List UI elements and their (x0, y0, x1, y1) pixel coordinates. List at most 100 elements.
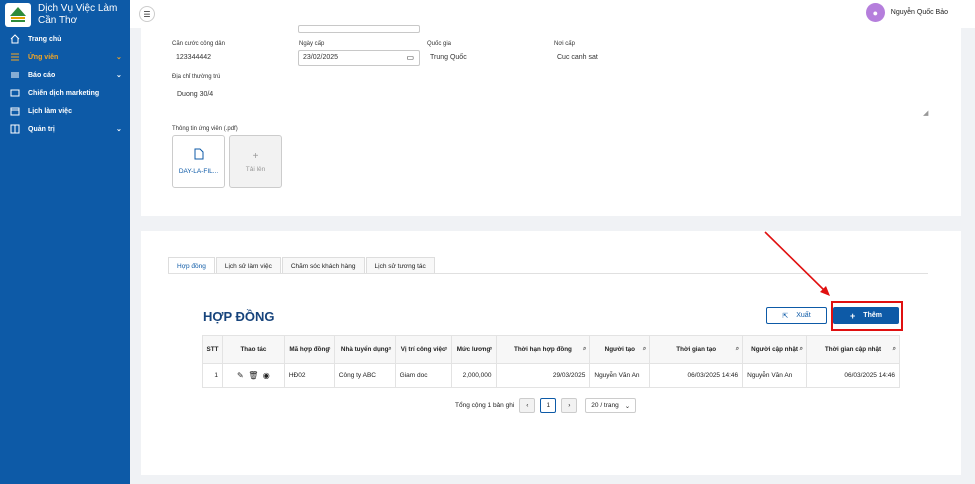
issue-place-label: Nơi cấp (554, 41, 575, 47)
page-number-button[interactable]: 1 (540, 398, 557, 413)
edit-icon[interactable]: ✎ (237, 371, 244, 380)
sidebar: Dịch Vụ Việc Làm Cần Thơ Trang chủ Ứng v… (0, 0, 130, 484)
contracts-table: STT Thao tác Mã hợp đồng ⌕ Nhà tuyển dụng… (202, 335, 900, 388)
brand-logo-icon (5, 3, 31, 27)
table-header-row: STT Thao tác Mã hợp đồng ⌕ Nhà tuyển dụng… (202, 335, 900, 364)
country-value[interactable]: Trung Quốc (430, 54, 467, 61)
cell-updater: Nguyễn Văn An (742, 363, 808, 388)
col-contract-code[interactable]: Mã hợp đồng ⌕ (283, 335, 335, 364)
attached-file[interactable]: DAY-LA-FIL... (172, 135, 225, 188)
sidebar-item-candidates[interactable]: Ứng viên ⌄ (0, 48, 130, 66)
user-menu[interactable]: ● Nguyễn Quốc Bảo (865, 3, 948, 22)
search-icon: ⌕ (444, 346, 448, 352)
col-salary[interactable]: Mức lương ⌕ (450, 335, 497, 364)
search-icon: ⌕ (489, 346, 493, 352)
issue-date-field[interactable]: 23/02/2025 ▭ (298, 50, 420, 66)
previous-field[interactable] (298, 25, 420, 33)
attachment-label: Thông tin ứng viên (.pdf) (172, 126, 238, 132)
tab-contracts[interactable]: Hợp đồng (168, 257, 215, 274)
cell-updated-time: 06/03/2025 14:46 (806, 363, 900, 388)
sidebar-item-schedule[interactable]: Lịch làm việc (0, 102, 130, 120)
upload-label: Tải lên (245, 165, 266, 173)
topbar: ☰ ● Nguyễn Quốc Bảo (130, 0, 975, 28)
col-stt: STT (202, 335, 223, 364)
sidebar-item-reports[interactable]: Báo cáo ⌄ (0, 66, 130, 84)
col-actions: Thao tác (221, 335, 285, 364)
chevron-down-icon: ⌄ (624, 402, 631, 410)
cell-contract-code: HĐ02 (283, 363, 335, 388)
annotation-arrow (764, 231, 830, 296)
sidebar-item-label: Ứng viên (28, 53, 59, 61)
user-name: Nguyễn Quốc Bảo (890, 9, 948, 16)
plus-icon: + (252, 150, 259, 162)
tab-customer-care[interactable]: Chăm sóc khách hàng (281, 257, 365, 274)
address-value[interactable]: Duong 30/4 (177, 91, 213, 98)
col-creator[interactable]: Người tạo ⌕ (589, 335, 651, 364)
cell-creator: Nguyễn Văn An (589, 363, 651, 388)
col-contract-term[interactable]: Thời hạn hợp đồng ⌕ (495, 335, 591, 364)
search-icon: ⌕ (583, 346, 587, 352)
brand-title: Dịch Vụ Việc Làm Cần Thơ (38, 3, 117, 27)
sidebar-item-label: Chiến dịch marketing (28, 89, 100, 97)
sidebar-item-label: Báo cáo (28, 71, 56, 79)
avatar: ● (865, 3, 885, 22)
section-title: HỢP ĐỒNG (203, 309, 275, 324)
id-label: Căn cước công dân (172, 41, 225, 47)
chevron-down-icon: ⌄ (116, 72, 122, 79)
calendar-icon (9, 106, 21, 116)
highlight-box (831, 301, 903, 331)
tab-bar: Hợp đồng Lịch sử làm việc Chăm sóc khách… (168, 257, 436, 274)
view-icon[interactable]: ◉ (263, 371, 270, 380)
cell-employer: Công ty ABC (333, 363, 396, 388)
cell-created-time: 06/03/2025 14:46 (649, 363, 744, 388)
col-updated-time[interactable]: Thời gian cập nhật ⌕ (806, 335, 900, 364)
country-label: Quốc gia (427, 41, 452, 47)
export-label: Xuất (796, 312, 811, 319)
admin-icon (9, 124, 21, 134)
page-size-value: 20 / trang (591, 402, 619, 409)
brand-title-line2: Cần Thơ (38, 15, 78, 26)
issue-place-value[interactable]: Cuc canh sat (557, 54, 598, 61)
next-page-button[interactable]: › (561, 398, 578, 413)
sidebar-item-marketing[interactable]: Chiến dịch marketing (0, 84, 130, 102)
search-icon: ⌕ (892, 346, 896, 352)
tab-interaction-history[interactable]: Lịch sử tương tác (365, 257, 435, 274)
file-icon (194, 148, 203, 160)
col-created-time[interactable]: Thời gian tạo ⌕ (649, 335, 744, 364)
cell-contract-term: 29/03/2025 (495, 363, 591, 388)
cell-position: Giam doc (394, 363, 452, 388)
issue-date-label: Ngày cấp (299, 41, 325, 47)
id-value[interactable]: 123344442 (176, 54, 211, 61)
search-icon: ⌕ (735, 346, 740, 352)
sidebar-item-home[interactable]: Trang chủ (0, 30, 130, 48)
export-icon: ⇱ (782, 312, 789, 320)
sidebar-item-label: Quản trị (28, 125, 55, 133)
page-size-select[interactable]: 20 / trang ⌄ (585, 398, 637, 413)
col-employer[interactable]: Nhà tuyển dụng ⌕ (333, 335, 396, 364)
chevron-right-icon: › (568, 402, 571, 409)
list-icon (9, 52, 21, 62)
cell-salary: 2,000,000 (450, 363, 497, 388)
calendar-icon[interactable]: ▭ (406, 53, 414, 62)
table-row: 1 ✎ 🗑 ◉ HĐ02 Công ty ABC Giam doc 2,000,… (202, 363, 900, 388)
issue-date-value: 23/02/2025 (303, 54, 339, 61)
sidebar-item-label: Lịch làm việc (28, 107, 72, 115)
brand-title-line1: Dịch Vụ Việc Làm (38, 3, 118, 14)
home-icon (9, 34, 21, 44)
pagination-total: Tổng cộng 1 bản ghi (455, 402, 515, 409)
pagination: Tổng cộng 1 bản ghi ‹ 1 › 20 / trang ⌄ (455, 398, 637, 413)
upload-button[interactable]: + Tải lên (229, 135, 282, 188)
col-position[interactable]: Vị trí công việc ⌕ (394, 335, 452, 364)
delete-icon[interactable]: 🗑 (248, 371, 258, 380)
tab-work-history[interactable]: Lịch sử làm việc (215, 257, 281, 274)
menu-toggle-button[interactable]: ☰ (139, 6, 155, 22)
resize-handle-icon[interactable]: ◢ (923, 109, 928, 117)
brand[interactable]: Dịch Vụ Việc Làm Cần Thơ (0, 0, 130, 30)
sidebar-item-admin[interactable]: Quản trị ⌄ (0, 120, 130, 138)
prev-page-button[interactable]: ‹ (519, 398, 536, 413)
export-button[interactable]: ⇱ Xuất (766, 307, 827, 324)
search-icon: ⌕ (799, 346, 804, 352)
search-icon: ⌕ (388, 346, 392, 352)
col-updater[interactable]: Người cập nhật ⌕ (742, 335, 808, 364)
sidebar-item-label: Trang chủ (28, 35, 62, 43)
